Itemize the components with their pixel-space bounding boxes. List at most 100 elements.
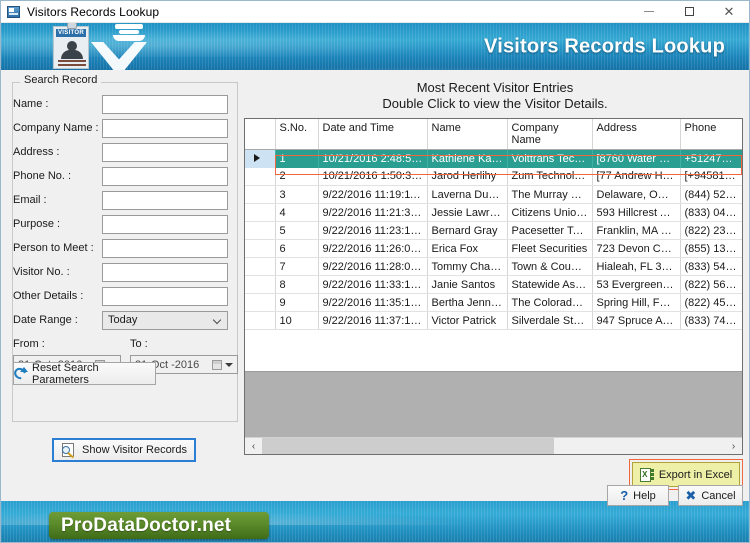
search-field-row: Address : [1,143,228,165]
column-header-datetime[interactable]: Date and Time [318,119,428,150]
main-content: Search Record Name : Company Name : Addres… [1,70,749,501]
visitor-records-grid[interactable]: S.No. Date and Time Name Company Name Ad… [244,118,743,455]
cell-company: Zum Technology ... [507,167,593,186]
close-x-icon: ✖ [685,488,697,503]
search-field-label: Phone No. : [13,170,72,182]
search-field-row: Phone No. : [1,167,228,189]
cell-name: Tommy Chambers [427,257,508,276]
table-row[interactable]: 4 9/22/2016 11:21:31 AM Jessie Lawrence Cit… [245,203,742,222]
reset-search-parameters-button[interactable]: Reset Search Parameters [13,362,156,386]
cell-company: Citizens Union Ca... [507,203,593,222]
cell-phone: (833) 546-7703 [680,257,742,276]
row-selector-cell[interactable] [245,239,276,258]
search-input-name[interactable] [102,95,228,114]
column-header-name[interactable]: Name [427,119,508,150]
cell-phone: (822) 457-1434 [680,293,742,312]
refresh-icon [14,367,28,380]
cell-phone: (833) 749-7772 [680,311,742,330]
row-selector-cell[interactable] [245,275,276,294]
cell-name: Erica Fox [427,239,508,258]
brand-logo: ProDataDoctor.net [49,512,269,539]
scroll-right-arrow-icon[interactable]: › [725,438,742,454]
search-field-row: Person to Meet : [1,239,228,261]
row-selector-cell[interactable] [245,257,276,276]
search-input-purpose[interactable] [102,215,228,234]
row-selector-cell[interactable] [245,149,276,168]
date-range-select[interactable]: Today [102,311,228,330]
search-input-address[interactable] [102,143,228,162]
row-selector-cell[interactable] [245,185,276,204]
row-selector-cell[interactable] [245,203,276,222]
table-row[interactable]: 3 9/22/2016 11:19:11 AM Laverna Dupras The … [245,185,742,204]
search-field-label: Visitor No. : [13,266,70,278]
search-field-label: Name : [13,98,49,110]
cancel-button[interactable]: ✖ Cancel [678,485,743,506]
company-header-line2: Name [511,134,541,146]
cell-company: Pacesetter Tech... [507,221,593,240]
date-range-row: Date Range : Today [1,311,228,333]
cell-sno: 5 [275,221,319,240]
cell-company: The Murray State... [507,185,593,204]
table-row[interactable]: 9 9/22/2016 11:35:18 AM Bertha Jennings The… [245,293,742,312]
row-selector-cell[interactable] [245,311,276,330]
search-field-row: Name : [1,95,228,117]
scroll-thumb[interactable] [262,438,554,454]
minimize-button[interactable] [629,1,669,22]
column-header-company[interactable]: Company Name [507,119,593,150]
cell-address: Franklin, MA 02038 [592,221,681,240]
cell-name: Kathlene Kalish [427,149,508,168]
security-cap-icon [111,24,147,41]
help-button-label: Help [633,489,656,502]
search-input-company-name[interactable] [102,119,228,138]
export-in-excel-button[interactable]: X Export in Excel [632,462,740,487]
cell-datetime: 9/22/2016 11:37:10 AM [318,311,428,330]
cell-sno: 10 [275,311,319,330]
calendar-icon [212,360,222,370]
search-input-other-details[interactable] [102,287,228,306]
cell-datetime: 9/22/2016 11:26:05 AM [318,239,428,258]
from-label: From : [13,338,45,350]
grid-horizontal-scrollbar[interactable]: ‹ › [245,437,742,454]
maximize-button[interactable] [669,1,709,22]
row-selector-cell[interactable] [245,221,276,240]
search-input-visitor-no[interactable] [102,263,228,282]
checkmark-v-icon [91,42,147,70]
show-visitor-records-button[interactable]: Show Visitor Records [52,438,196,462]
export-button-label: Export in Excel [658,468,733,481]
cell-address: 947 Spruce Avenue [592,311,681,330]
table-row[interactable]: 10 9/22/2016 11:37:10 AM Victor Patrick Sil… [245,311,742,330]
scroll-left-arrow-icon[interactable]: ‹ [245,438,262,454]
table-row[interactable]: 1 10/21/2016 2:48:53 PM Kathlene Kalish Vol… [245,149,742,168]
column-header-address[interactable]: Address [592,119,681,150]
cell-address: [77 Andrew Hills ... [592,167,681,186]
cell-datetime: 9/22/2016 11:21:31 AM [318,203,428,222]
search-input-phone-no[interactable] [102,167,228,186]
table-row[interactable]: 5 9/22/2016 11:23:16 AM Bernard Gray Pacese… [245,221,742,240]
excel-icon-letter: X [642,469,648,479]
table-row[interactable]: 79/22/2016 11:28:08 AMTommy ChambersTown… [245,257,742,276]
search-field-row: Visitor No. : [1,263,228,285]
row-selector-cell[interactable] [245,293,276,312]
cell-phone: (833) 043-8884 [680,203,742,222]
column-header-phone[interactable]: Phone [680,119,742,150]
column-header-sno[interactable]: S.No. [275,119,319,150]
search-document-icon [61,442,77,458]
search-input-email[interactable] [102,191,228,210]
table-row[interactable]: 2 10/21/2016 1:50:34 PM Jarod Herlihy Zum T… [245,167,742,186]
grid-heading-line2: Double Click to view the Visitor Details… [382,96,608,111]
close-button[interactable]: ✕ [709,1,749,22]
help-button[interactable]: ? Help [607,485,669,506]
search-field-label: Person to Meet : [13,242,94,254]
cell-address: 723 Devon Court [592,239,681,258]
table-row[interactable]: 8 9/22/2016 11:33:12 AM Janie Santos Statew… [245,275,742,294]
search-input-person-to-meet[interactable] [102,239,228,258]
cell-phone: +51247846 [680,149,742,168]
company-header-line1: Company [511,122,559,134]
scroll-track[interactable] [262,438,725,454]
search-field-row: Other Details : [1,287,228,309]
cell-phone: (822) 234-0696 [680,221,742,240]
search-field-row: Email : [1,191,228,213]
table-row[interactable]: 6 9/22/2016 11:26:05 AM Erica Fox Fleet Sec… [245,239,742,258]
row-selector-cell[interactable] [245,167,276,186]
search-field-label: Purpose : [13,218,61,230]
